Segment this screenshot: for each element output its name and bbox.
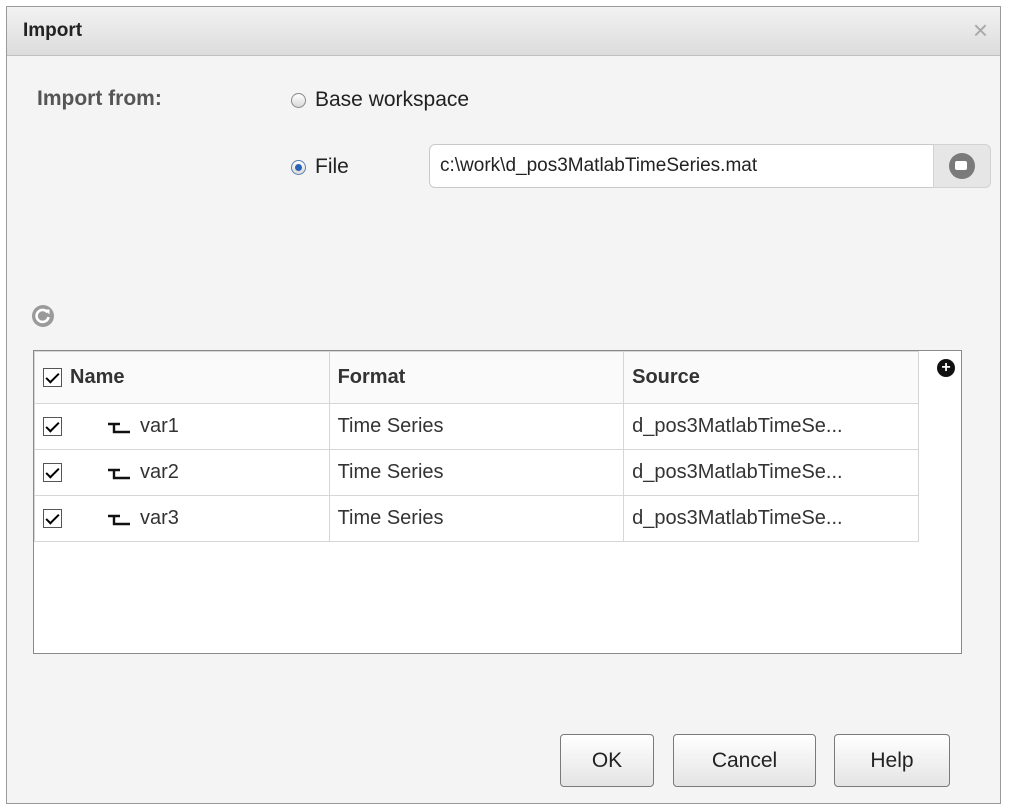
variable-name: var2 [140, 461, 179, 484]
radio-label: File [315, 155, 349, 178]
radio-button[interactable] [291, 92, 306, 108]
select-all-checkbox[interactable] [43, 368, 62, 388]
radio-label: Base workspace [315, 88, 470, 111]
table-row[interactable]: var2 Time Series d_pos3MatlabTimeSe... [34, 449, 919, 496]
row-checkbox[interactable] [43, 417, 62, 437]
cancel-button[interactable]: Cancel [673, 734, 816, 787]
column-header-format[interactable]: Format [328, 351, 625, 404]
row-checkbox[interactable] [43, 463, 62, 483]
variable-source: d_pos3MatlabTimeSe... [623, 449, 919, 496]
table-row[interactable]: var3 Time Series d_pos3MatlabTimeSe... [34, 495, 919, 542]
refresh-icon[interactable] [31, 304, 55, 328]
variable-source: d_pos3MatlabTimeSe... [623, 403, 919, 450]
column-header-name[interactable]: Name [34, 351, 330, 404]
folder-browse-icon [949, 153, 975, 179]
help-button[interactable]: Help [834, 734, 950, 787]
signal-icon [108, 468, 130, 479]
variable-name: var1 [140, 415, 179, 438]
close-icon[interactable]: × [973, 15, 988, 45]
add-column-icon[interactable]: + [937, 359, 955, 377]
title-bar[interactable]: Import × [7, 7, 1000, 56]
radio-base-workspace[interactable]: Base workspace [291, 88, 469, 112]
variable-source: d_pos3MatlabTimeSe... [623, 495, 919, 542]
signal-icon [108, 422, 130, 433]
dialog-title: Import [23, 20, 83, 41]
radio-file[interactable]: File [291, 155, 349, 179]
import-dialog: Import × Import from: Base workspace Fil… [6, 6, 1001, 804]
table-header-row: Name Format Source [34, 351, 919, 404]
import-from-label: Import from: [37, 87, 162, 110]
signal-icon [108, 514, 130, 525]
variable-name: var3 [140, 507, 179, 530]
variable-format: Time Series [328, 449, 625, 496]
variable-format: Time Series [328, 495, 625, 542]
variables-table: Name Format Source var1 Time Series d_po… [33, 350, 962, 654]
column-header-source[interactable]: Source [623, 351, 919, 404]
table-row[interactable]: var1 Time Series d_pos3MatlabTimeSe... [34, 403, 919, 450]
file-path-input[interactable] [429, 144, 934, 188]
ok-button[interactable]: OK [560, 734, 654, 787]
row-checkbox[interactable] [43, 509, 62, 529]
radio-button[interactable] [291, 159, 306, 175]
browse-button[interactable] [933, 144, 991, 188]
variable-format: Time Series [328, 403, 625, 450]
